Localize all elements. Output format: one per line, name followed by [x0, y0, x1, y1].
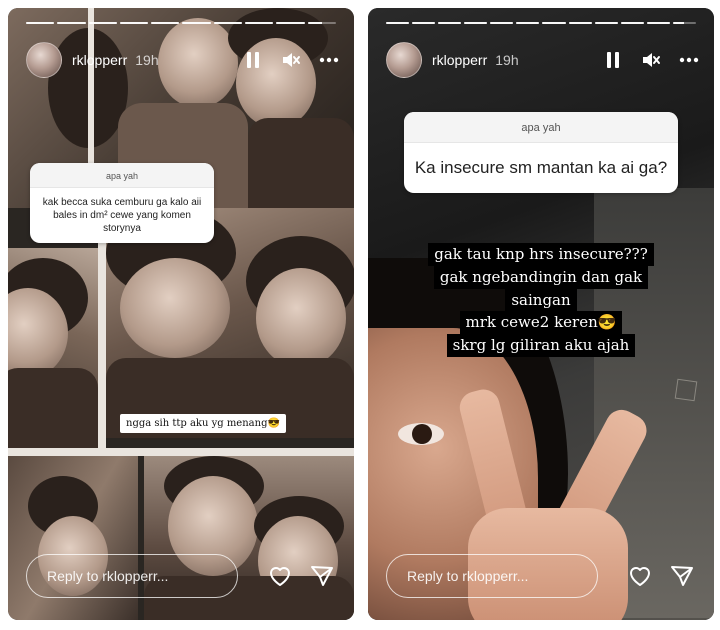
- send-icon[interactable]: [668, 562, 696, 590]
- progress-segment: [412, 22, 436, 24]
- reply-input[interactable]: Reply to rklopperr...: [26, 554, 238, 598]
- answer-line: skrg lg giliran aku ajah: [446, 334, 636, 357]
- story-controls: [242, 49, 340, 71]
- question-sticker: apa yah Ka insecure sm mantan ka ai ga?: [404, 112, 678, 194]
- progress-segment: [88, 22, 117, 24]
- progress-segment: [276, 22, 305, 24]
- mute-icon[interactable]: [280, 49, 302, 71]
- light-switch: [674, 378, 698, 402]
- story-progress-bar: [26, 22, 336, 25]
- progress-segment: [516, 22, 540, 24]
- timestamp: 19h: [495, 52, 519, 68]
- collage-divider: [98, 238, 106, 458]
- story-controls: [602, 49, 700, 71]
- username[interactable]: rklopperr: [432, 52, 487, 68]
- progress-segment: [26, 22, 55, 24]
- pause-icon[interactable]: [242, 49, 264, 71]
- more-icon[interactable]: [318, 49, 340, 71]
- question-sticker: apa yah kak becca suka cemburu ga kalo a…: [30, 163, 214, 243]
- progress-segment: [620, 22, 644, 24]
- collage-photo-left: [8, 248, 98, 448]
- heart-icon[interactable]: [626, 562, 654, 590]
- progress-segment: [672, 22, 696, 24]
- answer-line: saingan: [505, 288, 577, 312]
- reply-placeholder: Reply to rklopperr...: [407, 568, 529, 584]
- progress-segment: [307, 22, 336, 24]
- more-icon[interactable]: [678, 49, 700, 71]
- progress-segment: [646, 22, 670, 24]
- mute-icon[interactable]: [640, 49, 662, 71]
- progress-segment: [542, 22, 566, 24]
- progress-segment: [57, 22, 86, 24]
- progress-segment: [182, 22, 211, 24]
- timestamp: 19h: [135, 52, 159, 68]
- reply-bar: Reply to rklopperr...: [26, 554, 336, 598]
- progress-segment: [568, 22, 592, 24]
- answer-line: mrk cewe2 keren😎: [459, 311, 623, 334]
- progress-segment: [438, 22, 462, 24]
- story-header: rklopperr 19h: [386, 42, 700, 78]
- question-sticker-text: kak becca suka cemburu ga kalo aii bales…: [42, 197, 202, 234]
- question-sticker-text: Ka insecure sm mantan ka ai ga?: [414, 158, 668, 177]
- progress-segment: [386, 22, 410, 24]
- story-panel-left[interactable]: rklopperr 19h apa yah kak becca suka cem…: [8, 8, 354, 620]
- selfie-iris: [412, 424, 432, 444]
- question-sticker-header: apa yah: [30, 163, 214, 188]
- story-progress-bar: [386, 22, 696, 25]
- answer-line: gak ngebandingin dan gak: [433, 265, 649, 289]
- reply-placeholder: Reply to rklopperr...: [47, 568, 169, 584]
- story-caption: ngga sih ttp aku yg menang😎: [120, 414, 286, 433]
- reply-input[interactable]: Reply to rklopperr...: [386, 554, 598, 598]
- avatar[interactable]: [26, 42, 62, 78]
- question-sticker-header: apa yah: [404, 112, 678, 143]
- answer-line: gak tau knp hrs insecure???: [428, 243, 654, 266]
- progress-segment: [245, 22, 274, 24]
- story-panel-right[interactable]: rklopperr 19h apa yah Ka insecure sm man…: [368, 8, 714, 620]
- collage-divider: [8, 448, 354, 456]
- progress-segment: [119, 22, 149, 24]
- progress-segment: [594, 22, 618, 24]
- heart-icon[interactable]: [266, 562, 294, 590]
- reply-bar: Reply to rklopperr...: [386, 554, 696, 598]
- story-header: rklopperr 19h: [26, 42, 340, 78]
- username[interactable]: rklopperr: [72, 52, 127, 68]
- progress-segment: [151, 22, 180, 24]
- progress-segment: [464, 22, 488, 24]
- avatar[interactable]: [386, 42, 422, 78]
- progress-segment: [213, 22, 243, 24]
- pause-icon[interactable]: [602, 49, 624, 71]
- progress-segment: [490, 22, 514, 24]
- answer-text: gak tau knp hrs insecure??? gak ngebandi…: [368, 243, 714, 357]
- send-icon[interactable]: [308, 562, 336, 590]
